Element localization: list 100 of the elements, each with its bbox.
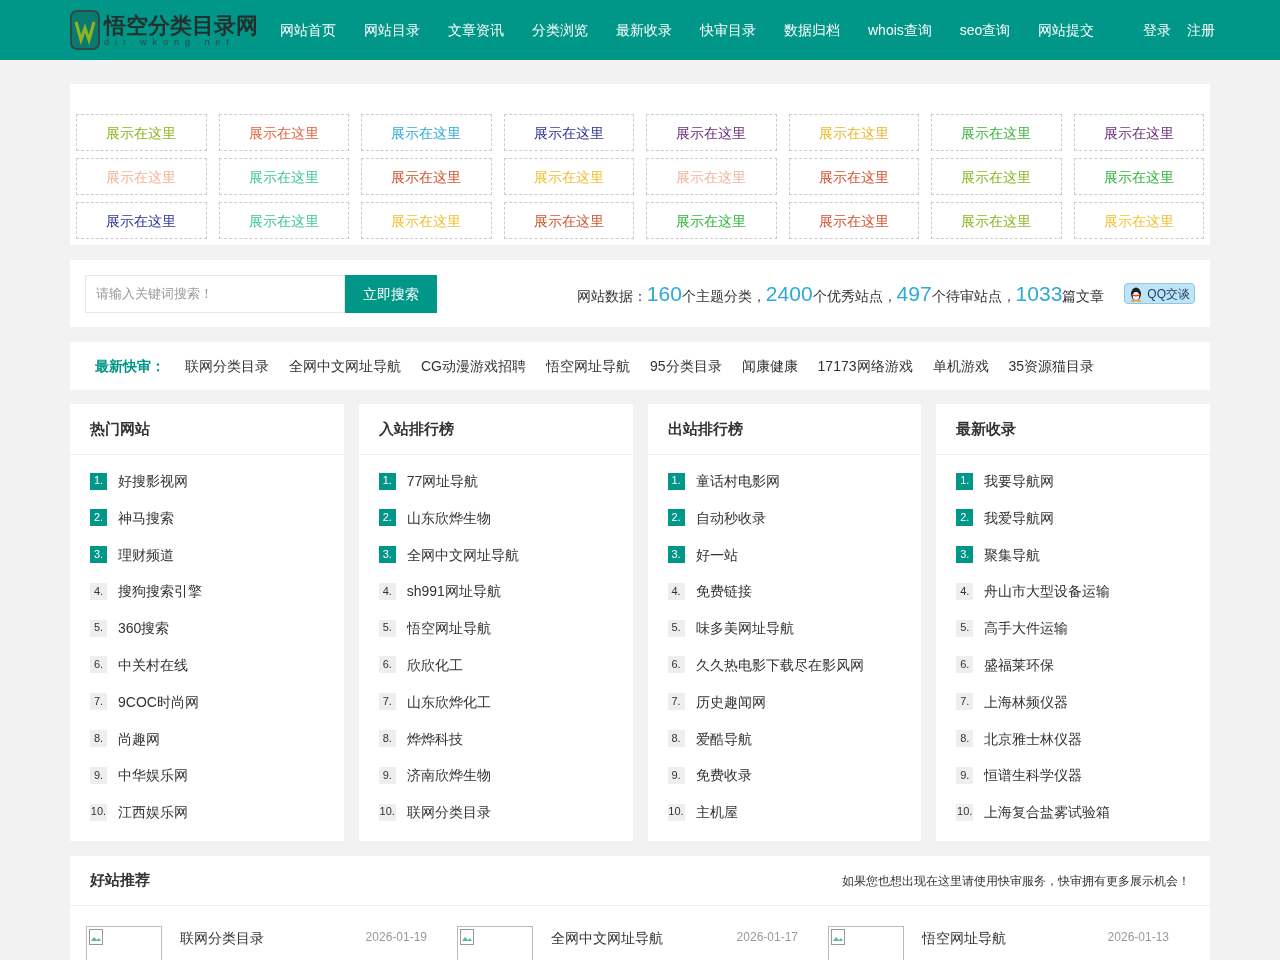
- site-link[interactable]: 爱酷导航: [695, 728, 752, 749]
- account-link[interactable]: 注册: [1187, 20, 1215, 40]
- site-link[interactable]: 历史趣闻网: [695, 691, 766, 712]
- quick-review-link[interactable]: 悟空网址导航: [546, 356, 630, 376]
- quick-review-link[interactable]: 17173网络游戏: [817, 356, 913, 376]
- site-link[interactable]: 免费链接: [695, 581, 752, 602]
- ad-slot[interactable]: 展示在这里: [503, 202, 634, 239]
- site-link[interactable]: 欣欣化工: [406, 655, 463, 675]
- site-link[interactable]: 味多美网址导航: [695, 618, 794, 639]
- site-link[interactable]: 自动秒收录: [695, 507, 766, 528]
- site-link[interactable]: 360搜索: [118, 618, 170, 639]
- site-link[interactable]: 高手大件运输: [984, 618, 1069, 639]
- site-link[interactable]: 中华娱乐网: [118, 765, 188, 786]
- site-link[interactable]: 中关村在线: [118, 655, 188, 675]
- logo-icon: [70, 10, 100, 50]
- nav-link[interactable]: 快审目录: [700, 20, 756, 40]
- ad-slot[interactable]: 展示在这里: [788, 158, 919, 195]
- quick-review-link[interactable]: 35资源猫目录: [1008, 356, 1095, 376]
- rank-badge: 5.: [378, 619, 396, 637]
- ad-slot[interactable]: 展示在这里: [1073, 114, 1204, 151]
- nav-link[interactable]: 数据归档: [784, 20, 840, 40]
- nav-link[interactable]: whois查询: [868, 20, 932, 40]
- nav-link[interactable]: seo查询: [959, 20, 1011, 40]
- site-link[interactable]: 江西娱乐网: [118, 802, 188, 823]
- broken-image-icon: [460, 929, 474, 945]
- ad-slot[interactable]: 展示在这里: [646, 114, 777, 151]
- site-link[interactable]: 童话村电影网: [695, 471, 780, 491]
- rank-badge: 7.: [956, 693, 974, 711]
- site-link[interactable]: 尚趣网: [118, 728, 160, 749]
- site-link[interactable]: 悟空网址导航: [406, 618, 491, 639]
- rank-badge: 4.: [378, 582, 396, 600]
- quick-review-link[interactable]: 闻康健康: [741, 356, 798, 376]
- stats-unit: 个优秀站点，: [812, 286, 897, 306]
- qq-chat-button[interactable]: QQ交谈: [1124, 283, 1195, 304]
- rank-badge: 10.: [956, 803, 974, 821]
- rank-badge: 9.: [956, 766, 974, 784]
- ad-slot[interactable]: 展示在这里: [788, 202, 919, 239]
- site-link[interactable]: sh991网址导航: [406, 581, 501, 602]
- site-link[interactable]: 烨烨科技: [406, 728, 463, 749]
- nav-link[interactable]: 网站目录: [364, 20, 420, 40]
- site-date: 2026-01-13: [1107, 929, 1169, 946]
- site-link[interactable]: 免费收录: [695, 765, 752, 786]
- site-link[interactable]: 神马搜索: [118, 507, 174, 528]
- card-title: 入站排行榜: [358, 404, 633, 455]
- quick-review-link[interactable]: 95分类目录: [650, 356, 722, 376]
- nav-link[interactable]: 网站提交: [1038, 20, 1095, 40]
- site-link[interactable]: 9COC时尚网: [118, 691, 199, 712]
- site-link[interactable]: 舟山市大型设备运输: [984, 581, 1111, 602]
- site-link[interactable]: 好搜影视网: [118, 471, 188, 491]
- site-link[interactable]: 我要导航网: [984, 471, 1055, 491]
- search-button[interactable]: 立即搜索: [345, 274, 437, 313]
- site-link[interactable]: 山东欣烨生物: [406, 507, 491, 528]
- rank-badge: 8.: [378, 730, 396, 748]
- rank-badge: 3.: [90, 546, 107, 564]
- quick-review-link[interactable]: 联网分类目录: [185, 356, 269, 376]
- site-link[interactable]: 理财频道: [118, 544, 174, 565]
- rank-badge: 10.: [378, 803, 396, 821]
- site-link[interactable]: 77网址导航: [406, 471, 479, 491]
- rank-badge: 2.: [90, 509, 107, 527]
- nav-link[interactable]: 文章资讯: [448, 20, 504, 40]
- stats-number: 497: [896, 280, 932, 307]
- site-link[interactable]: 联网分类目录: [406, 802, 491, 823]
- card-title: 好站推荐: [90, 870, 150, 891]
- site-link[interactable]: 久久热电影下载尽在影风网: [695, 655, 864, 675]
- site-link[interactable]: 盛福莱环保: [984, 655, 1055, 675]
- site-link[interactable]: 聚集导航: [984, 544, 1041, 565]
- site-name[interactable]: 全网中文网址导航: [551, 928, 663, 948]
- quick-review-link[interactable]: 单机游戏: [932, 356, 989, 376]
- logo-subtitle: dir.wkong.net: [104, 37, 236, 47]
- ad-slot[interactable]: 展示在这里: [218, 114, 349, 151]
- quick-review-label: 最新快审：: [95, 357, 165, 376]
- rank-badge: 9.: [90, 766, 107, 784]
- site-link[interactable]: 主机屋: [695, 802, 738, 823]
- ad-slot[interactable]: 展示在这里: [503, 114, 634, 151]
- nav-link[interactable]: 最新收录: [616, 20, 672, 40]
- ad-slot[interactable]: 展示在这里: [361, 158, 492, 195]
- site-link[interactable]: 好一站: [695, 544, 738, 565]
- site-link[interactable]: 搜狗搜索引擎: [118, 581, 202, 602]
- ad-slot[interactable]: 展示在这里: [76, 202, 207, 239]
- site-link[interactable]: 北京雅士林仪器: [984, 728, 1083, 749]
- account-link[interactable]: 登录: [1143, 20, 1171, 40]
- rank-badge: 9.: [667, 766, 685, 784]
- site-link[interactable]: 上海林频仪器: [984, 691, 1069, 712]
- site-name[interactable]: 联网分类目录: [180, 928, 264, 948]
- nav-link[interactable]: 分类浏览: [532, 20, 588, 40]
- card-title: 热门网站: [70, 404, 344, 455]
- search-field[interactable]: 请输入关键词搜索！: [85, 274, 345, 313]
- site-link[interactable]: 济南欣烨生物: [406, 765, 491, 786]
- broken-image-icon: [831, 929, 845, 945]
- nav-link[interactable]: 网站首页: [280, 20, 336, 40]
- rank-badge: 6.: [90, 656, 107, 674]
- quick-review-link[interactable]: CG动漫游戏招聘: [421, 356, 526, 376]
- site-link[interactable]: 全网中文网址导航: [406, 544, 519, 565]
- stats-unit: 个待审站点，: [931, 286, 1016, 306]
- site-name[interactable]: 悟空网址导航: [922, 928, 1006, 948]
- site-link[interactable]: 我爱导航网: [984, 507, 1055, 528]
- site-link[interactable]: 山东欣烨化工: [406, 691, 491, 712]
- site-link[interactable]: 恒谱生科学仪器: [984, 765, 1083, 786]
- quick-review-link[interactable]: 全网中文网址导航: [289, 356, 401, 376]
- site-link[interactable]: 上海复合盐雾试验箱: [984, 802, 1111, 823]
